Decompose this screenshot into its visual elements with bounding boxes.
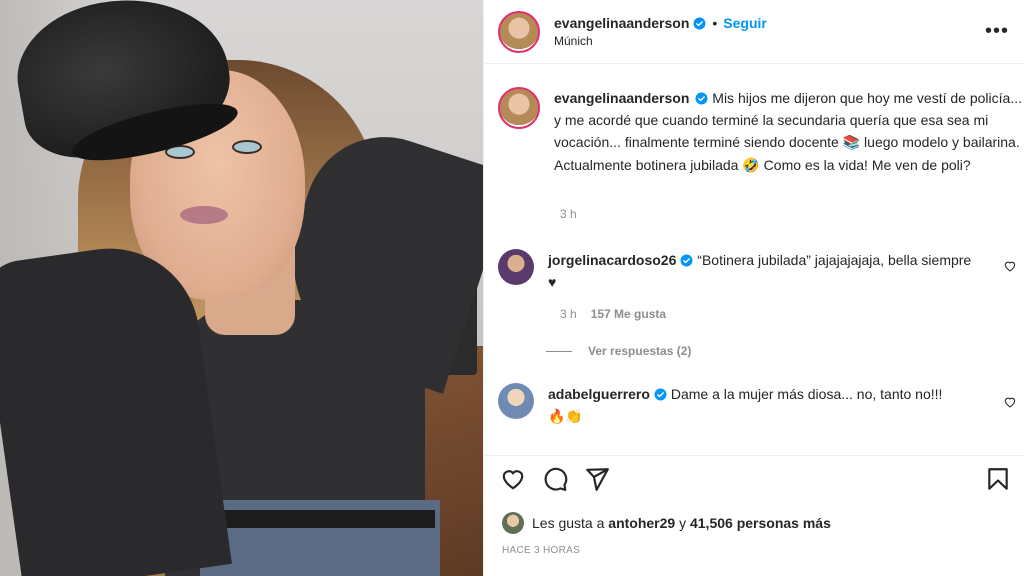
likes-text: Les gusta a antoher29 y 41,506 personas … xyxy=(532,515,831,531)
header-separator: • xyxy=(712,15,718,31)
post-header: evangelinaanderson • Seguir Múnich ••• xyxy=(484,0,1024,64)
liker-avatar[interactable] xyxy=(502,512,524,534)
comment-row: adabelguerrero Dame a la mujer más diosa… xyxy=(498,383,978,428)
comment-username[interactable]: adabelguerrero xyxy=(548,386,650,402)
commenter-avatar[interactable] xyxy=(498,383,534,419)
comment-meta: 3 h 157 Me gusta xyxy=(560,307,666,321)
author-avatar[interactable] xyxy=(498,10,540,53)
caption-username[interactable]: evangelinaanderson xyxy=(554,90,689,106)
photo-belt xyxy=(205,510,435,528)
comment-body: Dame a la mujer más diosa... no, tanto n… xyxy=(670,386,943,402)
save-button[interactable] xyxy=(985,466,1011,497)
author-username[interactable]: evangelinaanderson xyxy=(554,15,689,31)
header-text: evangelinaanderson • Seguir Múnich xyxy=(554,15,767,48)
comment-time[interactable]: 3 h xyxy=(560,307,577,321)
post-photo[interactable] xyxy=(0,0,483,576)
comment-likes[interactable]: 157 Me gusta xyxy=(591,307,666,321)
comment-username[interactable]: jorgelinacardoso26 xyxy=(548,252,676,268)
header-row: evangelinaanderson • Seguir xyxy=(554,15,767,31)
verified-icon xyxy=(680,254,693,267)
laughing-emoji-icon: 🤣 xyxy=(742,158,760,174)
likes-count[interactable]: 41,506 personas más xyxy=(690,515,831,531)
heart-icon[interactable] xyxy=(500,466,526,492)
likes-prefix: Les gusta a xyxy=(532,515,609,531)
follow-button[interactable]: Seguir xyxy=(723,15,767,31)
post-panel: evangelinaanderson • Seguir Múnich ••• e… xyxy=(483,0,1024,576)
post-location[interactable]: Múnich xyxy=(554,34,767,48)
verified-icon xyxy=(654,388,667,401)
books-emoji-icon: 📚 xyxy=(842,135,861,151)
caption-row: evangelinaanderson Mis hijos me dijeron … xyxy=(498,87,1024,177)
action-icons xyxy=(500,466,610,492)
verified-icon xyxy=(695,92,708,105)
fire-clap-emoji-icon: 🔥👏 xyxy=(548,409,583,425)
comments-section: evangelinaanderson Mis hijos me dijeron … xyxy=(484,65,1024,455)
replies-line xyxy=(546,350,572,352)
photo-lips xyxy=(180,206,228,224)
photo-eye-right xyxy=(232,140,262,154)
caption-time[interactable]: 3 h xyxy=(560,207,577,221)
comment-text: adabelguerrero Dame a la mujer más diosa… xyxy=(548,383,978,428)
likes-summary[interactable]: Les gusta a antoher29 y 41,506 personas … xyxy=(502,512,831,534)
caption-avatar[interactable] xyxy=(498,87,540,129)
post-time-ago[interactable]: HACE 3 HORAS xyxy=(502,545,580,556)
liker-username[interactable]: antoher29 xyxy=(608,515,675,531)
commenter-avatar[interactable] xyxy=(498,249,534,285)
caption-body-3: Como es la vida! Me ven de poli? xyxy=(759,157,971,173)
comment-like-icon[interactable] xyxy=(1003,259,1017,273)
instagram-post: evangelinaanderson • Seguir Múnich ••• e… xyxy=(0,0,1024,576)
post-actions: Les gusta a antoher29 y 41,506 personas … xyxy=(484,455,1024,576)
share-icon[interactable] xyxy=(584,466,610,492)
bookmark-icon[interactable] xyxy=(985,466,1011,492)
view-replies-label: Ver respuestas (2) xyxy=(588,344,692,358)
comment-text: jorgelinacardoso26 “Botinera jubilada” j… xyxy=(548,249,978,293)
caption-text: evangelinaanderson Mis hijos me dijeron … xyxy=(554,87,1024,177)
likes-middle: y xyxy=(675,515,690,531)
comment-like-icon[interactable] xyxy=(1003,395,1017,409)
verified-icon xyxy=(693,17,706,29)
more-options-icon[interactable]: ••• xyxy=(985,20,1009,43)
comment-row: jorgelinacardoso26 “Botinera jubilada” j… xyxy=(498,249,978,293)
comment-icon[interactable] xyxy=(542,466,568,492)
view-replies-button[interactable]: Ver respuestas (2) xyxy=(546,344,691,358)
